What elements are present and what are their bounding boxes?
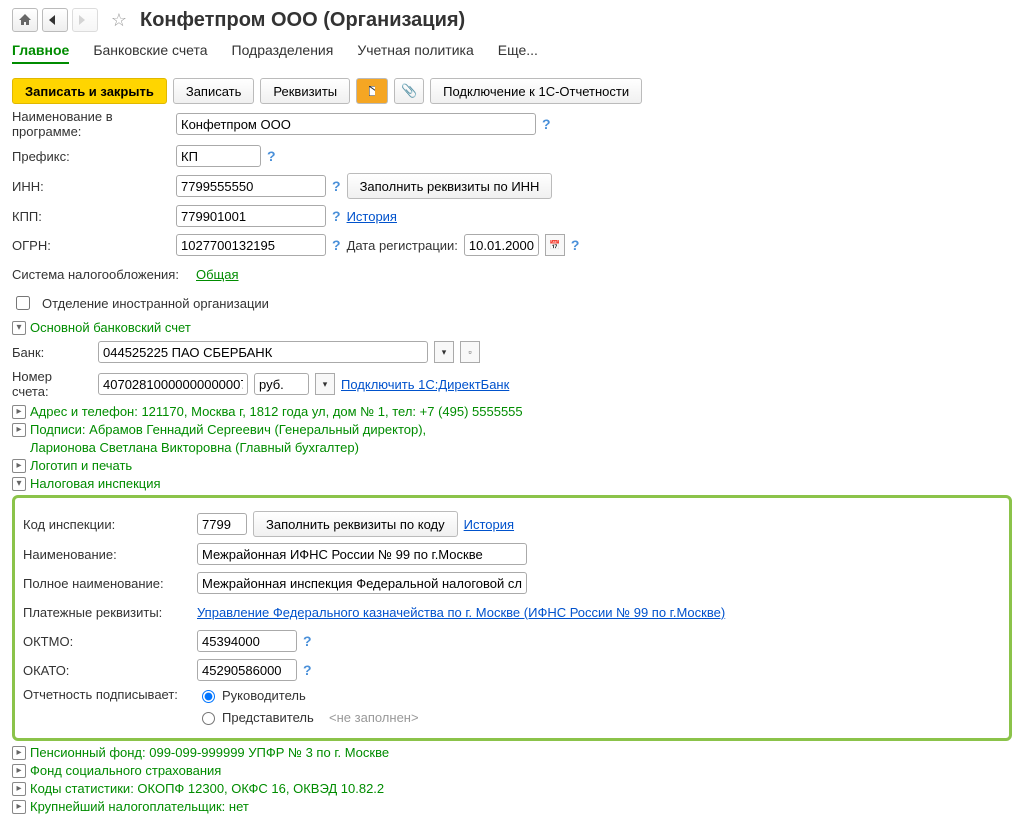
requisites-button[interactable]: Реквизиты <box>260 78 350 104</box>
pay-label: Платежные реквизиты: <box>23 605 191 620</box>
help-icon[interactable]: ? <box>267 148 276 164</box>
tab-bank[interactable]: Банковские счета <box>93 42 207 64</box>
help-icon[interactable]: ? <box>332 178 341 194</box>
signs-line2: Ларионова Светлана Викторовна (Главный б… <box>30 440 359 455</box>
reg-date-label: Дата регистрации: <box>347 238 458 253</box>
kpp-input[interactable] <box>176 205 326 227</box>
help-icon[interactable]: ? <box>303 633 312 649</box>
help-icon[interactable]: ? <box>303 662 312 678</box>
toggle-icon[interactable]: ▾ <box>12 477 26 491</box>
tab-accounting[interactable]: Учетная политика <box>357 42 473 64</box>
tax-history-link[interactable]: История <box>464 517 514 532</box>
reg-date-input[interactable] <box>464 234 539 256</box>
oktmo-label: ОКТМО: <box>23 634 191 649</box>
tab-more[interactable]: Еще... <box>498 42 538 64</box>
code-input[interactable] <box>197 513 247 535</box>
star-icon[interactable]: ☆ <box>108 9 130 31</box>
toggle-icon[interactable]: ▸ <box>12 405 26 419</box>
kpp-label: КПП: <box>12 209 170 224</box>
foreign-label: Отделение иностранной организации <box>42 296 269 311</box>
currency-input[interactable] <box>254 373 309 395</box>
fill-code-button[interactable]: Заполнить реквизиты по коду <box>253 511 458 537</box>
signer-label: Отчетность подписывает: <box>23 687 191 702</box>
kpp-history-link[interactable]: История <box>347 209 397 224</box>
not-filled: <не заполнен> <box>329 710 419 725</box>
forward-button[interactable] <box>72 8 98 32</box>
save-button[interactable]: Записать <box>173 78 255 104</box>
tax-sys-link[interactable]: Общая <box>196 267 239 282</box>
tax-name-label: Наименование: <box>23 547 191 562</box>
attach-button[interactable]: 📎 <box>394 78 424 104</box>
acc-num-label: Номер счета: <box>12 369 92 399</box>
home-button[interactable] <box>12 8 38 32</box>
calendar-icon[interactable]: 📅 <box>545 234 565 256</box>
mail-button[interactable] <box>356 78 388 104</box>
tab-main[interactable]: Главное <box>12 42 69 64</box>
acc-num-input[interactable] <box>98 373 248 395</box>
tax-name-input[interactable] <box>197 543 527 565</box>
toggle-icon[interactable]: ▸ <box>12 800 26 814</box>
dropdown-icon[interactable]: ▾ <box>315 373 335 395</box>
pay-link[interactable]: Управление Федерального казначейства по … <box>197 605 725 620</box>
bank-section[interactable]: Основной банковский счет <box>30 320 191 335</box>
ogrn-label: ОГРН: <box>12 238 170 253</box>
tax-full-input[interactable] <box>197 572 527 594</box>
major-section[interactable]: Крупнейший налогоплательщик: нет <box>30 799 249 814</box>
fill-inn-button[interactable]: Заполнить реквизиты по ИНН <box>347 173 553 199</box>
dropdown-icon[interactable]: ▾ <box>434 341 454 363</box>
okato-label: ОКАТО: <box>23 663 191 678</box>
help-icon[interactable]: ? <box>542 116 551 132</box>
back-button[interactable] <box>42 8 68 32</box>
logo-section[interactable]: Логотип и печать <box>30 458 132 473</box>
toggle-icon[interactable]: ▸ <box>12 764 26 778</box>
help-icon[interactable]: ? <box>332 237 341 253</box>
tab-divisions[interactable]: Подразделения <box>232 42 334 64</box>
foreign-checkbox[interactable] <box>16 296 30 310</box>
connect-button[interactable]: Подключение к 1С-Отчетности <box>430 78 642 104</box>
toggle-icon[interactable]: ▸ <box>12 459 26 473</box>
tax-inspection-panel: Код инспекции: Заполнить реквизиты по код… <box>12 495 1012 741</box>
ogrn-input[interactable] <box>176 234 326 256</box>
signer-head-radio[interactable] <box>202 690 215 703</box>
bank-label: Банк: <box>12 345 92 360</box>
inn-label: ИНН: <box>12 179 170 194</box>
signer-rep-label: Представитель <box>222 710 314 725</box>
tax-sys-label: Система налогообложения: <box>12 267 190 282</box>
help-icon[interactable]: ? <box>571 237 580 253</box>
social-section[interactable]: Фонд социального страхования <box>30 763 221 778</box>
bank-input[interactable] <box>98 341 428 363</box>
signer-rep-radio[interactable] <box>202 712 215 725</box>
pension-section[interactable]: Пенсионный фонд: 099-099-999999 УПФР № 3… <box>30 745 389 760</box>
toggle-icon[interactable]: ▸ <box>12 782 26 796</box>
direct-bank-link[interactable]: Подключить 1С:ДиректБанк <box>341 377 509 392</box>
tax-full-label: Полное наименование: <box>23 576 191 591</box>
address-section[interactable]: Адрес и телефон: 121170, Москва г, 1812 … <box>30 404 523 419</box>
inn-input[interactable] <box>176 175 326 197</box>
stats-section[interactable]: Коды статистики: ОКОПФ 12300, ОКФС 16, О… <box>30 781 384 796</box>
toggle-icon[interactable]: ▸ <box>12 746 26 760</box>
toggle-icon[interactable]: ▾ <box>12 321 26 335</box>
oktmo-input[interactable] <box>197 630 297 652</box>
tax-insp-section[interactable]: Налоговая инспекция <box>30 476 161 491</box>
help-icon[interactable]: ? <box>332 208 341 224</box>
name-prog-label: Наименование в программе: <box>12 109 170 139</box>
page-title: Конфетпром ООО (Организация) <box>140 9 465 32</box>
prefix-label: Префикс: <box>12 149 170 164</box>
prefix-input[interactable] <box>176 145 261 167</box>
okato-input[interactable] <box>197 659 297 681</box>
toggle-icon[interactable]: ▸ <box>12 423 26 437</box>
save-close-button[interactable]: Записать и закрыть <box>12 78 167 104</box>
open-icon[interactable]: ▫ <box>460 341 480 363</box>
code-label: Код инспекции: <box>23 517 191 532</box>
name-prog-input[interactable] <box>176 113 536 135</box>
signer-head-label: Руководитель <box>222 688 306 703</box>
signs-section[interactable]: Подписи: Абрамов Геннадий Сергеевич (Ген… <box>30 422 426 437</box>
